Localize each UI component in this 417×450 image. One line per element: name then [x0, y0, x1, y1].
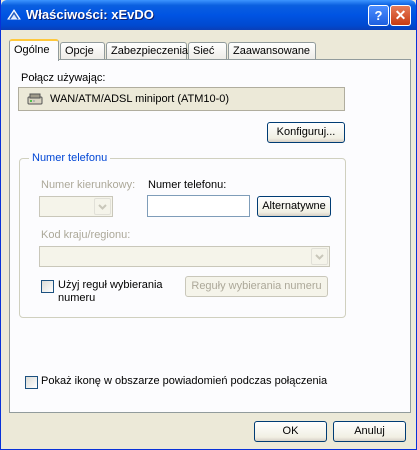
ok-button[interactable]: OK: [254, 421, 327, 442]
connect-using-label: Połącz używając:: [21, 72, 106, 84]
device-field: WAN/ATM/ADSL miniport (ATM10-0): [18, 87, 345, 111]
country-code-combo[interactable]: [39, 246, 330, 267]
use-dialing-rules-label: Użyj reguł wybierania numeru: [58, 279, 163, 304]
device-name: WAN/ATM/ADSL miniport (ATM10-0): [50, 93, 230, 105]
show-icon-checkbox[interactable]: [25, 376, 38, 389]
chevron-down-icon[interactable]: [94, 198, 111, 215]
close-button[interactable]: ✕: [390, 5, 411, 26]
connection-icon: [7, 9, 21, 20]
tab-network[interactable]: Sieć: [188, 42, 227, 60]
phone-group-title: Numer telefonu: [29, 152, 111, 164]
phone-number-input[interactable]: [147, 195, 250, 217]
title-bar[interactable]: Właściwości: xEvDO ? ✕: [1, 0, 416, 30]
tab-security[interactable]: Zabezpieczenia: [106, 42, 188, 60]
country-code-label: Kod kraju/regionu:: [41, 229, 131, 241]
help-button[interactable]: ?: [368, 5, 389, 26]
window-title: Właściwości: xEvDO: [26, 7, 154, 22]
area-code-combo[interactable]: [39, 196, 113, 217]
modem-icon: [27, 93, 43, 105]
phone-number-label: Numer telefonu:: [148, 179, 227, 191]
alternates-button[interactable]: Alternatywne: [257, 196, 331, 217]
dialing-rules-button[interactable]: Reguły wybierania numeru: [185, 276, 328, 297]
configure-button[interactable]: Konfiguruj...: [267, 122, 345, 143]
cancel-button[interactable]: Anuluj: [333, 421, 406, 442]
tab-general[interactable]: Ogólne: [9, 39, 59, 61]
tab-advanced[interactable]: Zaawansowane: [228, 42, 316, 60]
tab-options[interactable]: Opcje: [60, 42, 105, 60]
use-dialing-rules-checkbox[interactable]: [41, 280, 54, 293]
show-icon-label: Pokaż ikonę w obszarze powiadomień podcz…: [41, 375, 328, 387]
area-code-label: Numer kierunkowy:: [41, 179, 136, 191]
chevron-down-icon[interactable]: [311, 248, 328, 265]
properties-dialog: Właściwości: xEvDO ? ✕ Ogólne Opcje Zabe…: [0, 0, 417, 450]
